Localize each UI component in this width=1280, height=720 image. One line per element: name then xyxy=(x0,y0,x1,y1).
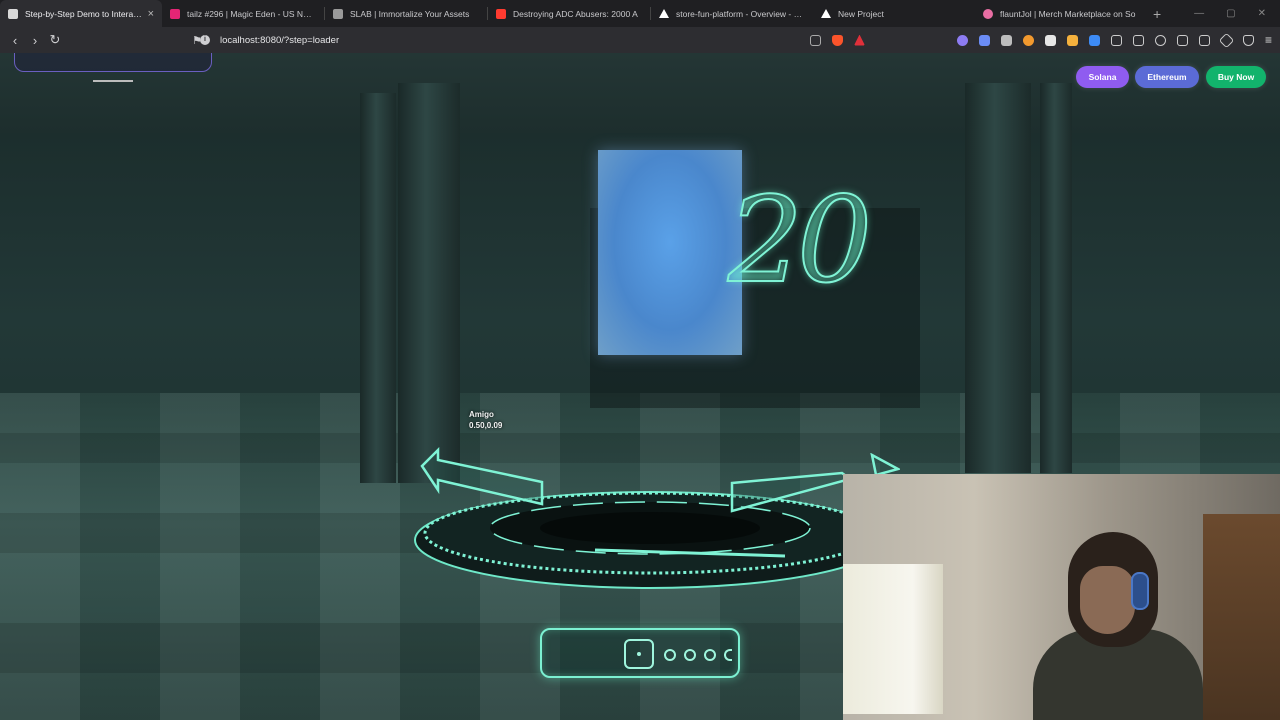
tab-close-icon[interactable]: × xyxy=(148,8,154,20)
tab-magic-eden[interactable]: tailz #296 | Magic Eden - US NFT Ma xyxy=(162,0,324,27)
vercel-triangle-icon xyxy=(821,9,831,18)
top-left-control-panel[interactable] xyxy=(14,53,212,72)
pillar xyxy=(965,83,1031,473)
minimize-icon[interactable]: — xyxy=(1194,8,1204,19)
url-text: localhost:8080/?step=loader xyxy=(220,34,340,46)
extension-x-icon[interactable] xyxy=(1044,34,1056,46)
tab-new-project[interactable]: New Project xyxy=(813,0,975,27)
webcam-person-face xyxy=(1080,566,1135,634)
extension-purple-icon[interactable] xyxy=(956,34,968,46)
panel-handle[interactable] xyxy=(93,80,133,82)
tab-title: New Project xyxy=(838,8,884,19)
close-window-icon[interactable]: ✕ xyxy=(1258,8,1266,19)
pillar xyxy=(398,83,460,483)
tab-bar: Step-by-Step Demo to Interactive × tailz… xyxy=(0,0,1280,27)
artwork-display-panel xyxy=(598,150,742,355)
leo-ai-icon[interactable] xyxy=(1218,32,1235,48)
rotate-left-arrow-icon[interactable] xyxy=(418,446,548,516)
extension-orange-icon[interactable] xyxy=(1022,34,1034,46)
webcam-shelf xyxy=(1203,514,1280,720)
maximize-icon[interactable]: ▢ xyxy=(1226,8,1235,19)
tab-vercel-overview[interactable]: store-fun-platform - Overview - Verc xyxy=(651,0,813,27)
new-tab-button[interactable]: + xyxy=(1153,6,1161,22)
share-icon[interactable] xyxy=(809,34,821,46)
address-bar[interactable]: i localhost:8080/?step=loader xyxy=(200,30,890,50)
tab-title: Destroying ADC Abusers: 2000 A xyxy=(513,8,638,19)
menu-icon[interactable]: ≡ xyxy=(1265,33,1272,47)
tab-step-by-step-demo[interactable]: Step-by-Step Demo to Interactive × xyxy=(0,0,162,27)
tab-flauntjol[interactable]: flauntJol | Merch Marketplace on So xyxy=(975,0,1145,27)
tab-favicon-icon xyxy=(8,8,18,19)
media-music-icon[interactable] xyxy=(1154,34,1166,46)
headset-icon xyxy=(1131,572,1149,610)
buy-now-button[interactable]: Buy Now xyxy=(1206,66,1266,88)
item-name: Amigo xyxy=(469,410,494,419)
site-info-icon[interactable]: i xyxy=(200,35,210,45)
forward-icon[interactable]: › xyxy=(25,33,45,48)
tab-title: tailz #296 | Magic Eden - US NFT Ma xyxy=(187,8,316,19)
toolbar-extensions: ≡ xyxy=(809,30,1272,50)
youtube-favicon-icon xyxy=(496,8,506,19)
tab-title: SLAB | Immortalize Your Assets xyxy=(350,8,470,19)
carousel-pagination[interactable] xyxy=(540,628,740,678)
carousel-dot[interactable] xyxy=(664,649,676,661)
reload-icon[interactable]: ↻ xyxy=(45,32,65,48)
wallet-icon[interactable] xyxy=(1198,34,1210,46)
carousel-dot[interactable] xyxy=(724,649,732,661)
tab-title: flauntJol | Merch Marketplace on So xyxy=(1000,8,1136,19)
item-values: 0.50,0.09 xyxy=(469,421,503,430)
magic-eden-favicon-icon xyxy=(170,8,180,19)
extension-audio-icon[interactable] xyxy=(978,34,990,46)
carousel-dot[interactable] xyxy=(704,649,716,661)
extension-wallet-icon[interactable] xyxy=(1066,34,1078,46)
extension-blue-icon[interactable] xyxy=(1088,34,1100,46)
tab-youtube-video[interactable]: Destroying ADC Abusers: 2000 A xyxy=(488,0,650,27)
pillar xyxy=(360,93,396,483)
webcam-window-light xyxy=(843,564,943,714)
item-label: Amigo 0.50,0.09 xyxy=(469,409,502,431)
3d-scene-viewport[interactable]: 20 Solana Ethereum Buy Now Amigo 0.50,0.… xyxy=(0,53,1280,720)
brave-rewards-icon[interactable] xyxy=(853,34,865,46)
vpn-shield-icon[interactable] xyxy=(1242,34,1254,46)
carousel-dot-active[interactable] xyxy=(624,639,654,669)
extensions-puzzle-icon[interactable] xyxy=(1110,34,1122,46)
ethereum-button[interactable]: Ethereum xyxy=(1135,66,1199,88)
pillar xyxy=(1040,83,1072,473)
back-icon[interactable]: ‹ xyxy=(5,33,25,48)
extension-camera-icon[interactable] xyxy=(1000,34,1012,46)
tab-title: Step-by-Step Demo to Interactive xyxy=(25,8,143,19)
screenshot-icon[interactable] xyxy=(1132,34,1144,46)
neon-number-display: 20 xyxy=(727,170,873,310)
window-controls: — ▢ ✕ xyxy=(1194,0,1280,27)
carousel-dot[interactable] xyxy=(684,649,696,661)
heart-favicon-icon xyxy=(983,8,993,19)
sidebar-icon[interactable] xyxy=(1176,34,1188,46)
tab-title: store-fun-platform - Overview - Verc xyxy=(676,8,805,19)
webcam-overlay xyxy=(843,474,1280,720)
brave-shield-icon[interactable] xyxy=(831,34,843,46)
solana-button[interactable]: Solana xyxy=(1076,66,1129,88)
vercel-triangle-icon xyxy=(659,9,669,18)
tab-slab[interactable]: SLAB | Immortalize Your Assets xyxy=(325,0,487,27)
slab-favicon-icon xyxy=(333,8,343,19)
